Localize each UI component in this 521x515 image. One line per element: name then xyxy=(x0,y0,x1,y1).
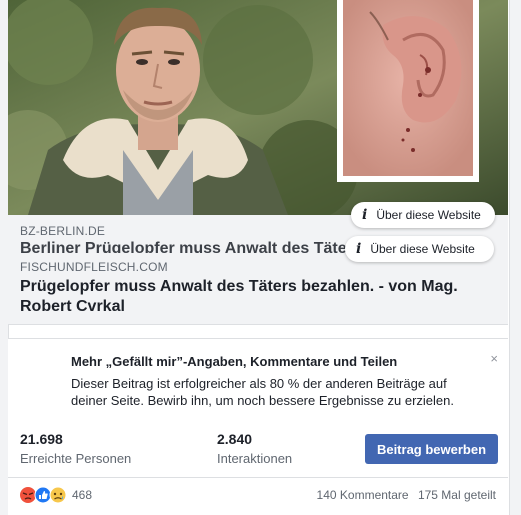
like-icon xyxy=(34,486,52,504)
about-website-label: Über diese Website xyxy=(370,242,475,256)
promotion-tip: Mehr „Gefällt mir”-Angaben, Kommentare u… xyxy=(8,338,508,422)
engagement-counts: 140 Kommentare 175 Mal geteilt xyxy=(311,488,496,502)
reactions-bar: 468 140 Kommentare 175 Mal geteilt xyxy=(8,478,508,515)
about-website-button[interactable]: i Über diese Website xyxy=(345,236,494,262)
link-preview-front[interactable]: FISCHUNDFLEISCH.COM Prügelopfer muss Anw… xyxy=(8,253,508,325)
interactions-value: 2.840 xyxy=(217,431,253,447)
link-title[interactable]: Prügelopfer muss Anwalt des Täters bezah… xyxy=(20,277,490,317)
reach-value: 21.698 xyxy=(20,431,63,447)
info-icon: i xyxy=(356,241,362,257)
about-website-button[interactable]: i Über diese Website xyxy=(351,202,495,228)
about-website-label: Über diese Website xyxy=(376,208,481,222)
info-icon: i xyxy=(362,207,368,223)
promote-post-button[interactable]: Beitrag bewerben xyxy=(365,434,498,464)
close-icon[interactable]: × xyxy=(490,351,498,366)
angry-icon xyxy=(20,487,36,503)
link-domain: FISCHUNDFLEISCH.COM xyxy=(20,260,168,274)
link-preview-image[interactable] xyxy=(8,0,508,215)
reaction-icons[interactable] xyxy=(19,486,69,504)
interactions-label: Interaktionen xyxy=(217,451,293,466)
reaction-count[interactable]: 468 xyxy=(72,488,92,502)
promotion-tip-text: Dieser Beitrag ist erfolgreicher als 80 … xyxy=(71,376,454,408)
shares-count[interactable]: 175 Mal geteilt xyxy=(418,488,496,502)
post-insights: 21.698 Erreichte Personen 2.840 Interakt… xyxy=(8,421,508,478)
comments-count[interactable]: 140 Kommentare xyxy=(317,488,409,502)
promotion-tip-title: Mehr „Gefällt mir”-Angaben, Kommentare u… xyxy=(71,354,398,369)
link-domain: BZ-BERLIN.DE xyxy=(20,224,106,238)
sad-icon xyxy=(49,486,67,504)
reach-label: Erreichte Personen xyxy=(20,451,132,466)
